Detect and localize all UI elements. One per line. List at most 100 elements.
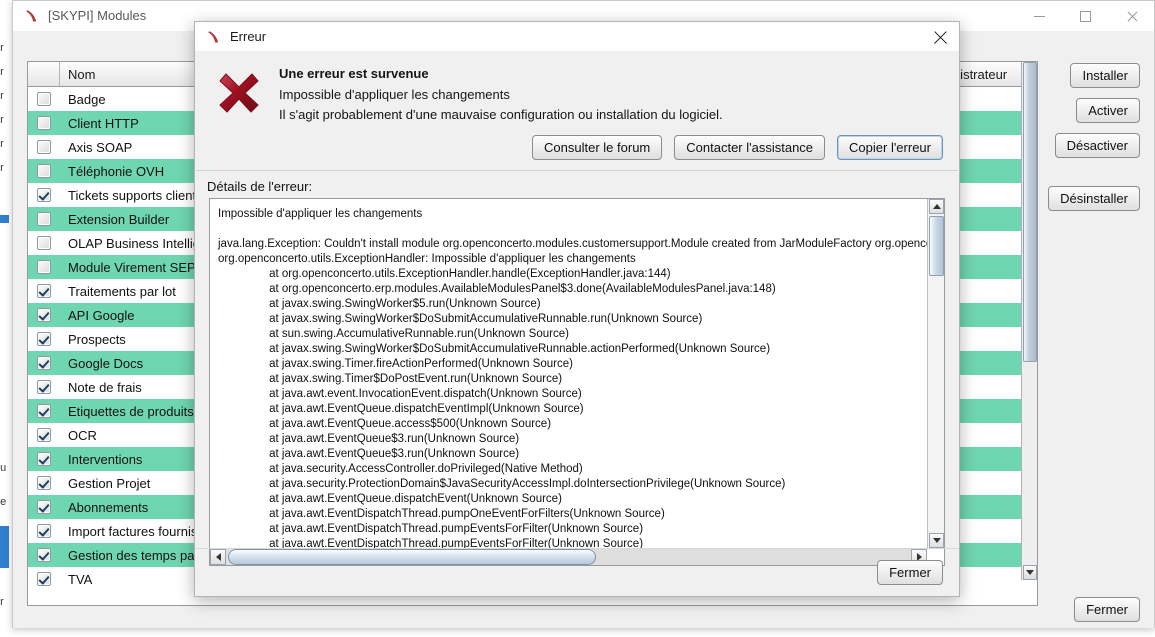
row-checkbox-cell[interactable] <box>28 500 60 514</box>
dialog-footer: Fermer <box>195 548 959 596</box>
checkbox-unchecked-icon[interactable] <box>37 260 51 274</box>
background-accent-block <box>0 526 9 568</box>
row-checkbox-cell[interactable] <box>28 92 60 106</box>
error-line-1: Impossible d'appliquer les changements <box>279 87 510 102</box>
maximize-icon <box>1079 10 1091 22</box>
deactivate-button[interactable]: Désactiver <box>1054 133 1140 158</box>
row-checkbox-cell[interactable] <box>28 428 60 442</box>
dialog-action-buttons: Consulter le forum Contacter l'assistanc… <box>195 127 959 170</box>
checkbox-checked-icon[interactable] <box>37 452 51 466</box>
row-checkbox-cell[interactable] <box>28 164 60 178</box>
details-label: Détails de l'erreur: <box>207 179 313 194</box>
dialog-close-fermer-button[interactable]: Fermer <box>877 560 943 585</box>
contact-support-button[interactable]: Contacter l'assistance <box>674 135 826 160</box>
row-checkbox-cell[interactable] <box>28 308 60 322</box>
error-heading: Une erreur est survenue <box>279 66 429 81</box>
close-icon <box>1126 11 1137 22</box>
row-checkbox-cell[interactable] <box>28 356 60 370</box>
chevron-down-icon <box>932 538 941 543</box>
row-checkbox-cell[interactable] <box>28 548 60 562</box>
dialog-message-area: Une erreur est survenue Impossible d'app… <box>195 52 959 127</box>
uninstall-button[interactable]: Désinstaller <box>1048 186 1140 211</box>
table-scrollbar-thumb[interactable] <box>1023 62 1037 362</box>
checkbox-unchecked-icon[interactable] <box>37 236 51 250</box>
details-scroll-up-button[interactable] <box>929 199 944 214</box>
row-checkbox-cell[interactable] <box>28 524 60 538</box>
minimize-icon <box>1033 15 1045 17</box>
background-text-fragment: or <box>0 114 4 126</box>
background-accent-line <box>0 215 9 223</box>
row-checkbox-cell[interactable] <box>28 188 60 202</box>
minimize-button[interactable] <box>1016 1 1062 31</box>
row-checkbox-cell[interactable] <box>28 476 60 490</box>
details-scroll-down-button[interactable] <box>929 533 944 548</box>
row-checkbox-cell[interactable] <box>28 260 60 274</box>
checkbox-checked-icon[interactable] <box>37 404 51 418</box>
row-checkbox-cell[interactable] <box>28 236 60 250</box>
background-text-fragment: or <box>0 66 4 78</box>
checkbox-checked-icon[interactable] <box>37 500 51 514</box>
opc-logo-icon <box>205 28 223 46</box>
opc-logo-icon <box>23 7 41 25</box>
background-text-fragment: or <box>0 42 4 54</box>
dialog-close-button[interactable] <box>929 26 951 48</box>
window-title: [SKYPI] Modules <box>48 8 147 23</box>
dialog-titlebar: Erreur <box>195 22 959 52</box>
module-action-buttons: Installer Activer Désactiver Désinstalle… <box>1040 63 1140 221</box>
close-icon <box>933 30 947 44</box>
row-checkbox-cell[interactable] <box>28 452 60 466</box>
checkbox-unchecked-icon[interactable] <box>37 164 51 178</box>
checkbox-checked-icon[interactable] <box>37 308 51 322</box>
error-dialog: Erreur Une erreur est survenue Impossibl… <box>194 21 960 597</box>
main-close-button[interactable]: Fermer <box>1074 597 1140 622</box>
row-checkbox-cell[interactable] <box>28 116 60 130</box>
checkbox-checked-icon[interactable] <box>37 380 51 394</box>
row-checkbox-cell[interactable] <box>28 404 60 418</box>
maximize-button[interactable] <box>1062 1 1108 31</box>
window-controls <box>1016 1 1154 31</box>
checkbox-checked-icon[interactable] <box>37 188 51 202</box>
close-button[interactable] <box>1108 1 1154 31</box>
chevron-up-icon <box>932 204 941 209</box>
background-text-fragment: ur <box>0 596 4 608</box>
details-vertical-scrollbar[interactable] <box>927 199 944 548</box>
checkbox-checked-icon[interactable] <box>37 476 51 490</box>
checkbox-unchecked-icon[interactable] <box>37 140 51 154</box>
chevron-down-icon <box>1026 570 1034 575</box>
row-checkbox-cell[interactable] <box>28 380 60 394</box>
dialog-message-texts: Une erreur est survenue Impossible d'app… <box>279 64 723 127</box>
error-details-box: Impossible d'appliquer les changements j… <box>209 198 945 566</box>
details-vscroll-thumb[interactable] <box>929 216 944 276</box>
background-text-fragment: or <box>0 138 4 150</box>
checkbox-unchecked-icon[interactable] <box>37 116 51 130</box>
checkbox-checked-icon[interactable] <box>37 284 51 298</box>
activate-button[interactable]: Activer <box>1076 98 1140 123</box>
row-checkbox-cell[interactable] <box>28 332 60 346</box>
background-text-fragment: ou <box>0 462 7 474</box>
checkbox-unchecked-icon[interactable] <box>37 212 51 226</box>
row-checkbox-cell[interactable] <box>28 212 60 226</box>
copy-error-button[interactable]: Copier l'erreur <box>837 135 943 160</box>
checkbox-checked-icon[interactable] <box>37 548 51 562</box>
background-text-fragment: or <box>0 162 4 174</box>
table-scroll-down-button[interactable] <box>1023 565 1037 580</box>
row-checkbox-cell[interactable] <box>28 284 60 298</box>
dialog-body: Une erreur est survenue Impossible d'app… <box>195 52 959 596</box>
checkbox-unchecked-icon[interactable] <box>37 92 51 106</box>
error-cross-icon <box>215 68 263 116</box>
checkbox-checked-icon[interactable] <box>37 332 51 346</box>
row-checkbox-cell[interactable] <box>28 140 60 154</box>
table-vertical-scrollbar[interactable] <box>1021 62 1037 580</box>
consult-forum-button[interactable]: Consulter le forum <box>532 135 663 160</box>
error-details-text[interactable]: Impossible d'appliquer les changements j… <box>210 199 927 548</box>
checkbox-checked-icon[interactable] <box>37 428 51 442</box>
row-checkbox-cell[interactable] <box>28 572 60 586</box>
error-line-2: Il s'agit probablement d'une mauvaise co… <box>279 107 723 122</box>
dialog-title: Erreur <box>230 29 267 44</box>
column-header-checkbox[interactable] <box>28 62 60 86</box>
checkbox-checked-icon[interactable] <box>37 572 51 586</box>
checkbox-checked-icon[interactable] <box>37 356 51 370</box>
checkbox-checked-icon[interactable] <box>37 524 51 538</box>
background-text-fragment: or <box>0 90 4 102</box>
install-button[interactable]: Installer <box>1070 63 1140 88</box>
